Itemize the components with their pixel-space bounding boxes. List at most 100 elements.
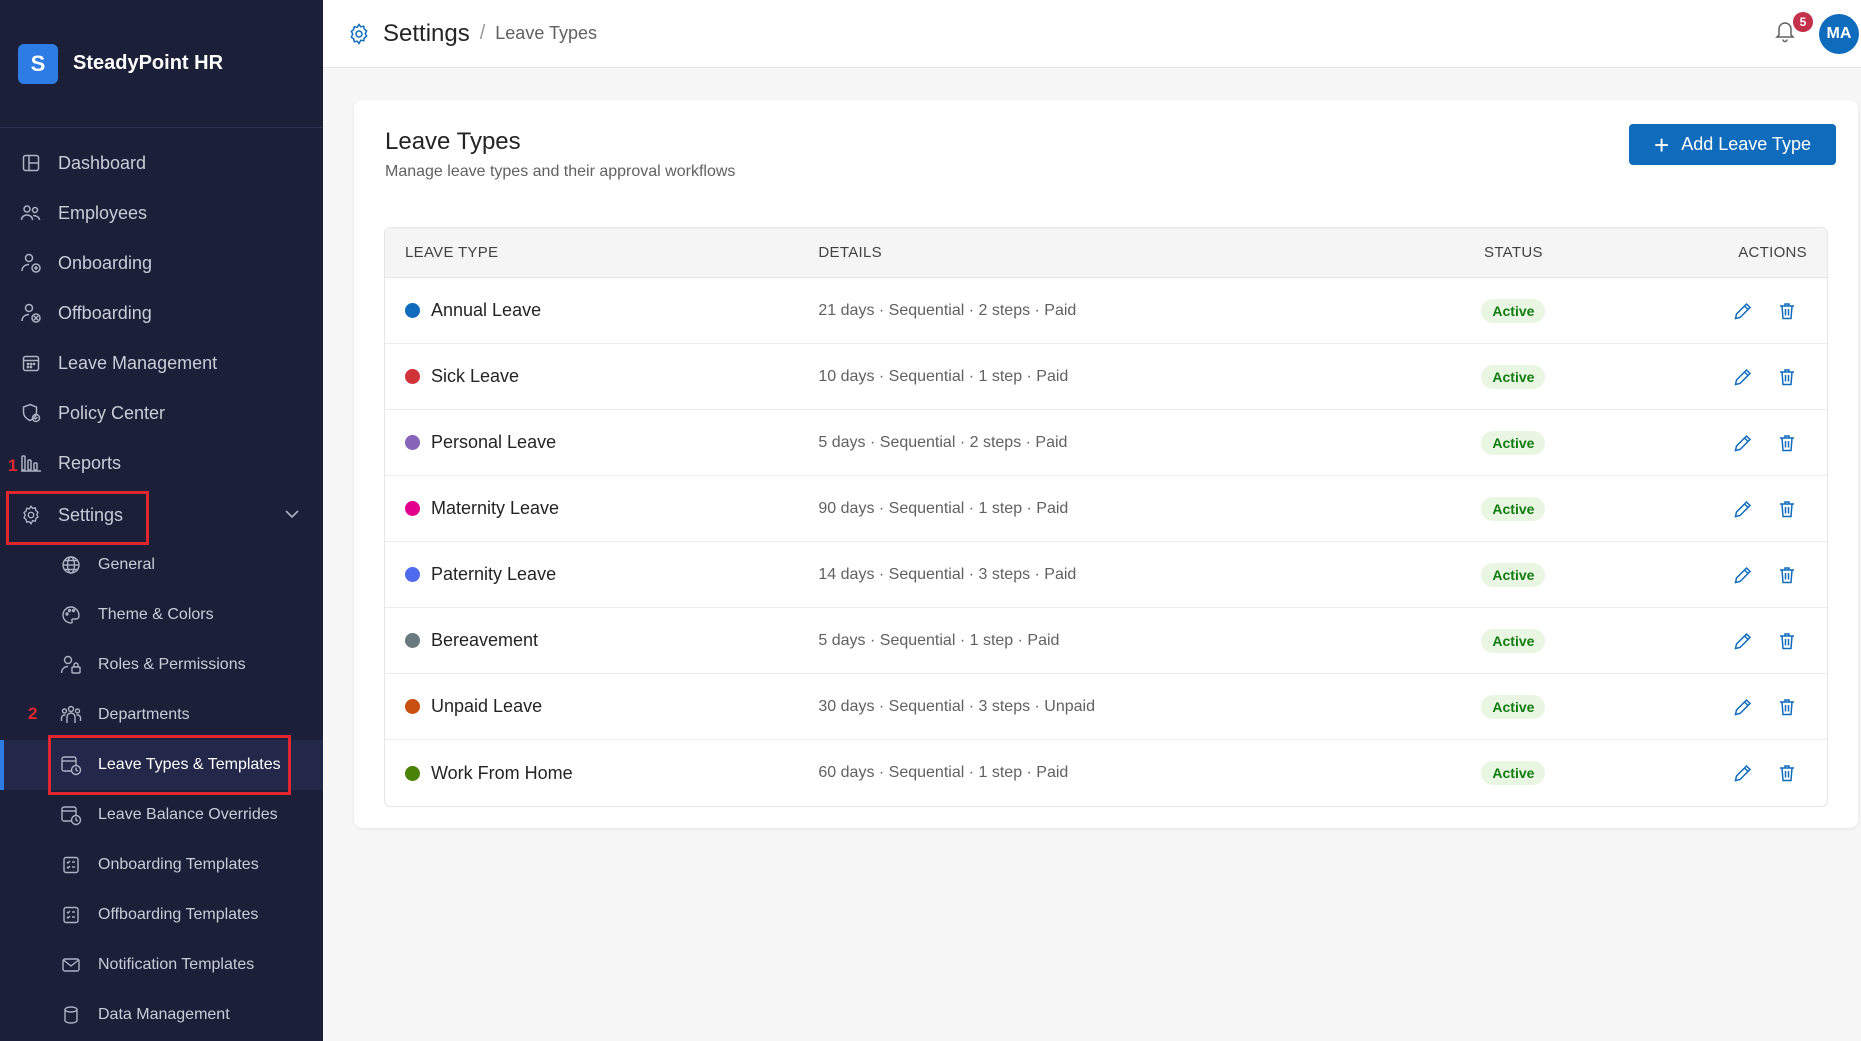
leave-type-color-dot (405, 633, 420, 648)
leave-type-details: 5 days · Sequential · 2 steps · Paid (818, 433, 1068, 451)
sidebar-item-dashboard[interactable]: Dashboard (0, 138, 323, 188)
avatar[interactable]: MA (1819, 14, 1859, 54)
edit-button[interactable] (1721, 559, 1765, 591)
sidebar-subitem-label: Leave Types & Templates (98, 756, 281, 773)
delete-button[interactable] (1765, 625, 1809, 657)
calendar-clock-icon (60, 754, 82, 776)
plus-icon: + (1654, 129, 1670, 160)
leave-type-color-dot (405, 303, 420, 318)
leave-type-cell: Annual Leave (385, 300, 818, 321)
column-header-actions: ACTIONS (1738, 244, 1807, 261)
breadcrumb-separator: / (479, 22, 486, 44)
annotation-marker-1: 1 (8, 456, 18, 475)
sidebar-subitem-label: Leave Balance Overrides (98, 806, 278, 823)
leave-type-color-dot (405, 699, 420, 714)
status-badge: Active (1481, 628, 1546, 653)
sidebar-item-label: Policy Center (58, 402, 166, 423)
sidebar-item-reports[interactable]: 1 Reports (0, 438, 323, 488)
sidebar-subitem-label: Theme & Colors (98, 606, 214, 623)
edit-button[interactable] (1721, 757, 1765, 789)
actions-cell (1584, 757, 1827, 789)
breadcrumb-current: Leave Types (495, 23, 598, 43)
sidebar-subitem-offboarding-templates[interactable]: Offboarding Templates (0, 890, 323, 940)
status-cell: Active (1443, 430, 1585, 455)
trash-icon (1777, 499, 1797, 519)
leave-type-color-dot (405, 567, 420, 582)
delete-button[interactable] (1765, 691, 1809, 723)
sidebar-item-label: Employees (58, 202, 148, 223)
sidebar-item-settings[interactable]: Settings (0, 490, 323, 545)
delete-button[interactable] (1765, 361, 1809, 393)
leave-type-name: Annual Leave (431, 300, 542, 320)
table-body: Annual Leave 21 days · Sequential · 2 st… (385, 278, 1827, 806)
top-bar: Settings / Leave Types 5 MA (323, 0, 1861, 68)
palette-icon (60, 604, 82, 626)
status-badge: Active (1481, 496, 1546, 521)
status-cell: Active (1443, 496, 1585, 521)
sidebar-item-policy-center[interactable]: Policy Center (0, 388, 323, 438)
status-cell: Active (1443, 694, 1585, 719)
pencil-icon (1733, 697, 1753, 717)
page-title: Leave Types (385, 128, 521, 155)
sidebar-subitem-theme-colors[interactable]: Theme & Colors (0, 590, 323, 640)
breadcrumb-settings[interactable]: Settings (383, 20, 470, 48)
delete-button[interactable] (1765, 757, 1809, 789)
sidebar-subitem-label: Departments (98, 706, 190, 723)
edit-button[interactable] (1721, 691, 1765, 723)
delete-button[interactable] (1765, 295, 1809, 327)
pencil-icon (1733, 499, 1753, 519)
trash-icon (1777, 763, 1797, 783)
leave-type-details: 30 days · Sequential · 3 steps · Unpaid (818, 697, 1096, 715)
leave-type-name: Unpaid Leave (431, 696, 543, 716)
sidebar-subitem-data-management[interactable]: Data Management (0, 990, 323, 1040)
trash-icon (1777, 697, 1797, 717)
bar-chart-icon (20, 452, 42, 474)
delete-button[interactable] (1765, 427, 1809, 459)
chevron-down-icon[interactable] (283, 505, 301, 528)
sidebar-subitem-onboarding-templates[interactable]: Onboarding Templates (0, 840, 323, 890)
sidebar-subitem-leave-balance-overrides[interactable]: Leave Balance Overrides (0, 790, 323, 840)
delete-button[interactable] (1765, 559, 1809, 591)
breadcrumb: Settings / Leave Types (347, 20, 597, 48)
sidebar-item-onboarding[interactable]: Onboarding (0, 238, 323, 288)
edit-button[interactable] (1721, 361, 1765, 393)
sidebar-subitem-leave-types-templates[interactable]: Leave Types & Templates (0, 735, 323, 795)
sidebar-item-label: Settings (58, 504, 124, 525)
edit-button[interactable] (1721, 625, 1765, 657)
person-lock-icon (60, 654, 82, 676)
leave-type-color-dot (405, 369, 420, 384)
actions-cell (1584, 427, 1827, 459)
leave-type-details: 60 days · Sequential · 1 step · Paid (818, 764, 1069, 781)
sidebar: S SteadyPoint HR Dashboard Employees Onb… (0, 0, 323, 1041)
sidebar-subitem-roles-permissions[interactable]: Roles & Permissions (0, 640, 323, 690)
sidebar-item-employees[interactable]: Employees (0, 188, 323, 238)
table-row: Personal Leave 5 days · Sequential · 2 s… (385, 410, 1827, 476)
sidebar-item-leave-management[interactable]: Leave Management (0, 338, 323, 388)
leave-type-color-dot (405, 501, 420, 516)
person-remove-icon (20, 302, 42, 324)
status-cell: Active (1443, 364, 1585, 389)
notifications-button[interactable]: 5 (1773, 12, 1813, 46)
edit-button[interactable] (1721, 493, 1765, 525)
column-header-leave-type: LEAVE TYPE (405, 244, 499, 261)
sidebar-subitem-label: Onboarding Templates (98, 856, 259, 873)
sidebar-subitem-general[interactable]: General (0, 540, 323, 590)
trash-icon (1777, 565, 1797, 585)
leave-type-name: Sick Leave (431, 366, 520, 386)
sidebar-subitem-notification-templates[interactable]: Notification Templates (0, 940, 323, 990)
actions-cell (1584, 691, 1827, 723)
brand[interactable]: S SteadyPoint HR (0, 0, 323, 128)
template-icon (60, 904, 82, 926)
edit-button[interactable] (1721, 295, 1765, 327)
sidebar-item-label: Dashboard (58, 152, 147, 173)
sidebar-item-offboarding[interactable]: Offboarding (0, 288, 323, 338)
edit-button[interactable] (1721, 427, 1765, 459)
trash-icon (1777, 367, 1797, 387)
delete-button[interactable] (1765, 493, 1809, 525)
leave-type-name: Paternity Leave (431, 564, 557, 584)
add-leave-type-button[interactable]: + Add Leave Type (1629, 124, 1836, 165)
trash-icon (1777, 433, 1797, 453)
sidebar-subitem-departments[interactable]: 2 Departments (0, 690, 323, 740)
people-team-icon (60, 704, 82, 726)
leave-type-cell: Work From Home (385, 763, 818, 784)
